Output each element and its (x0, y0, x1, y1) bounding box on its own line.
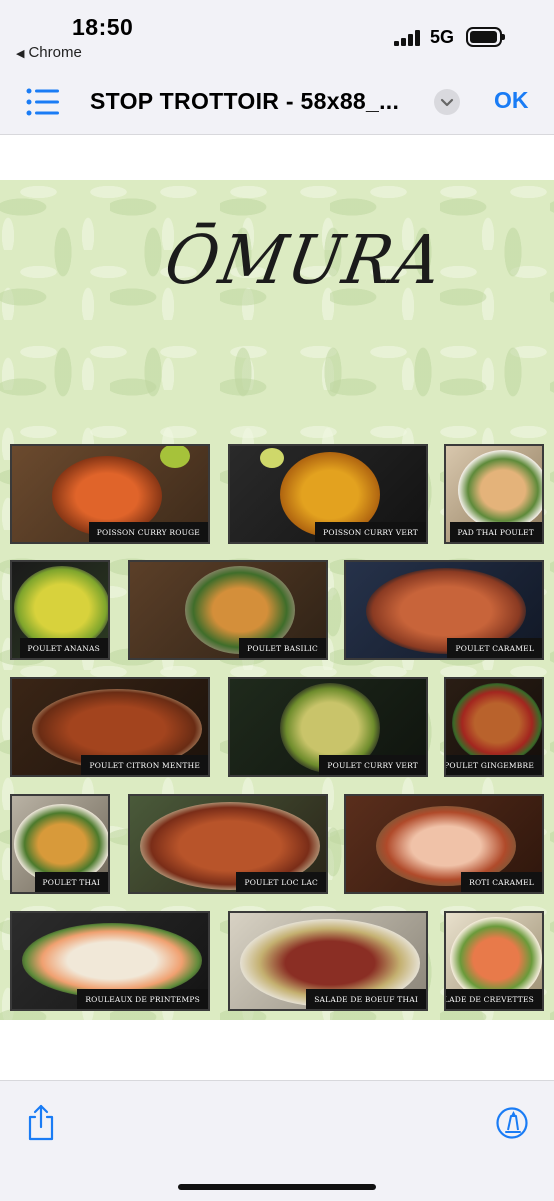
menu-tile: SALADE DE CREVETTES (444, 911, 544, 1011)
menu-tile: POULET CITRON MENTHE (10, 677, 210, 777)
chevron-down-icon (440, 98, 454, 107)
menu-tile: POULET CARAMEL (344, 560, 544, 660)
dish-label: POULET CITRON MENTHE (81, 755, 208, 775)
dish-label: ROULEAUX DE PRINTEMPS (77, 989, 208, 1009)
back-app-label: Chrome (28, 44, 82, 61)
battery-icon (466, 27, 505, 47)
menu-tile: ROULEAUX DE PRINTEMPS (10, 911, 210, 1011)
dish-label: POULET CARAMEL (447, 638, 542, 658)
title-menu-button[interactable] (434, 89, 460, 115)
dish-label: POULET GINGEMBRE (446, 755, 542, 775)
dish-label: PAD THAI POULET (449, 522, 542, 542)
share-icon[interactable] (26, 1103, 56, 1141)
dish-image (452, 683, 542, 763)
dish-label: SALADE DE CREVETTES (446, 989, 542, 1009)
lime-image (260, 448, 284, 468)
menu-tile: POULET BASILIC (128, 560, 328, 660)
list-icon[interactable] (26, 88, 60, 116)
document-nav-bar: STOP TROTTOIR - 58x88_... OK (0, 72, 554, 135)
menu-tile: PAD THAI POULET (444, 444, 544, 544)
dish-label: SALADE DE BOEUF THAI (306, 989, 426, 1009)
dish-label: POISSON CURRY ROUGE (88, 522, 208, 542)
back-to-app-link[interactable]: ◀ Chrome (16, 44, 82, 61)
logo-text: ŌMURA (159, 222, 450, 300)
dish-image (22, 923, 202, 998)
back-arrow-icon: ◀ (16, 48, 25, 60)
status-bar: 18:50 ◀ Chrome 5G (0, 0, 554, 72)
dish-label: POULET CURRY VERT (319, 755, 426, 775)
document-page[interactable]: ŌMURA POISSON CURRY ROUGE POISSON CURRY … (0, 180, 554, 1020)
menu-tile: ROTI CARAMEL (344, 794, 544, 894)
menu-tile: POULET LOC LAC (128, 794, 328, 894)
menu-tile: POISSON CURRY ROUGE (10, 444, 210, 544)
dish-label: POULET ANANAS (19, 638, 108, 658)
dish-label: POULET BASILIC (239, 638, 326, 658)
document-title[interactable]: STOP TROTTOIR - 58x88_... (90, 88, 399, 115)
dish-label: POULET LOC LAC (236, 872, 326, 892)
menu-tile: POULET THAI (10, 794, 110, 894)
markup-icon[interactable] (496, 1107, 528, 1139)
menu-tile: SALADE DE BOEUF THAI (228, 911, 428, 1011)
network-type: 5G (430, 27, 455, 47)
dish-image (458, 450, 542, 530)
status-time: 18:50 (72, 14, 134, 40)
omura-logo: ŌMURA (159, 220, 449, 320)
cellular-signal-icon (394, 30, 422, 46)
menu-tile: POULET CURRY VERT (228, 677, 428, 777)
dish-label: ROTI CARAMEL (461, 872, 542, 892)
lime-image (160, 446, 190, 468)
menu-tile: POULET ANANAS (10, 560, 110, 660)
home-indicator (178, 1184, 376, 1190)
ok-button[interactable]: OK (494, 87, 529, 114)
menu-tile: POULET GINGEMBRE (444, 677, 544, 777)
dish-label: POISSON CURRY VERT (315, 522, 426, 542)
dish-label: POULET THAI (34, 872, 108, 892)
menu-tile: POISSON CURRY VERT (228, 444, 428, 544)
bottom-toolbar (0, 1080, 554, 1201)
